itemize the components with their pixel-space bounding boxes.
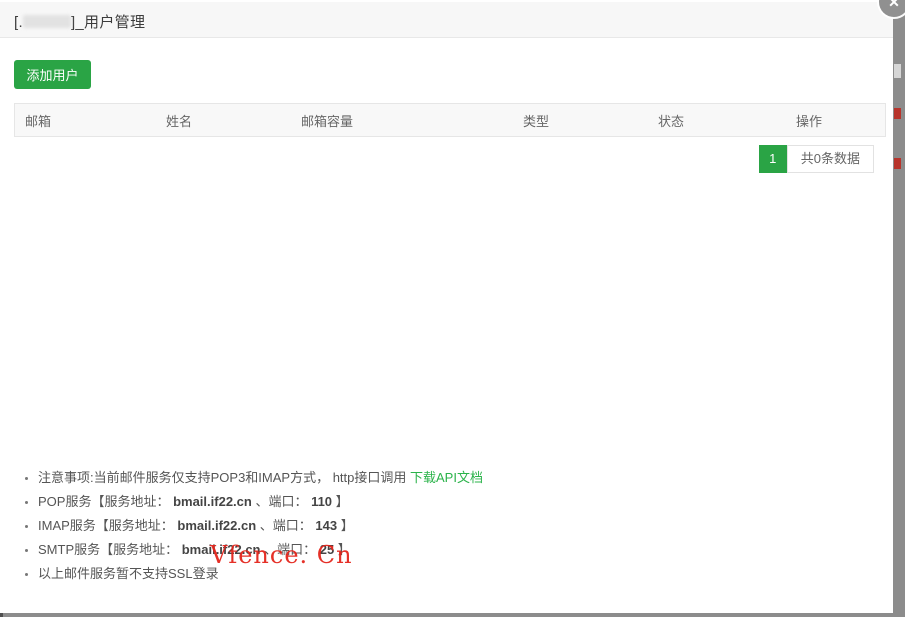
column-header-type: 类型 bbox=[513, 111, 648, 130]
column-header-email: 邮箱 bbox=[15, 111, 156, 130]
background-page-right-strip bbox=[893, 12, 905, 617]
pagination-page-1[interactable]: 1 bbox=[759, 145, 787, 173]
service-notes-list: 注意事项:当前邮件服务仅支持POP3和IMAP方式， http接口调用 下载AP… bbox=[38, 466, 483, 586]
user-management-modal: [. ]_用户管理 添加用户 邮箱 姓名 邮箱容量 类型 状态 操作 1 共0条数… bbox=[0, 0, 893, 613]
note-item-pop: POP服务【服务地址： bmail.if22.cn 、端口： 110 】 bbox=[38, 490, 483, 514]
redacted-text-blob bbox=[23, 15, 71, 28]
imap-suffix: 】 bbox=[337, 518, 354, 533]
background-artifact bbox=[894, 64, 901, 78]
smtp-suffix: 】 bbox=[334, 542, 351, 557]
column-header-actions: 操作 bbox=[786, 111, 885, 130]
download-api-doc-link[interactable]: 下载API文档 bbox=[410, 470, 483, 485]
background-artifact bbox=[894, 158, 901, 169]
user-table-header: 邮箱 姓名 邮箱容量 类型 状态 操作 bbox=[14, 103, 886, 137]
add-user-button[interactable]: 添加用户 bbox=[14, 60, 91, 89]
background-page-bottom-strip bbox=[0, 613, 905, 617]
pagination: 1 共0条数据 bbox=[759, 145, 874, 173]
imap-prefix: IMAP服务【服务地址： bbox=[38, 518, 177, 533]
background-artifact bbox=[894, 108, 901, 119]
pop-prefix: POP服务【服务地址： bbox=[38, 494, 173, 509]
smtp-prefix: SMTP服务【服务地址： bbox=[38, 542, 182, 557]
pop-mid: 、端口： bbox=[252, 494, 311, 509]
note-item-imap: IMAP服务【服务地址： bmail.if22.cn 、端口： 143 】 bbox=[38, 514, 483, 538]
modal-title-open: [. bbox=[14, 14, 23, 31]
modal-title: [. ]_用户管理 bbox=[14, 11, 145, 32]
pop-suffix: 】 bbox=[332, 494, 349, 509]
background-artifact bbox=[0, 613, 3, 617]
modal-title-close: ]_用户管理 bbox=[71, 14, 145, 31]
imap-port: 143 bbox=[315, 518, 337, 533]
column-header-status: 状态 bbox=[648, 111, 786, 130]
imap-host: bmail.if22.cn bbox=[177, 518, 256, 533]
note-item-smtp: SMTP服务【服务地址： bmail.if22.cn 、端口： 25 】 bbox=[38, 538, 483, 562]
notice-text: 注意事项:当前邮件服务仅支持POP3和IMAP方式， http接口调用 bbox=[38, 470, 410, 485]
imap-mid: 、端口： bbox=[256, 518, 315, 533]
modal-header: [. ]_用户管理 bbox=[0, 2, 893, 38]
pop-port: 110 bbox=[311, 494, 332, 509]
column-header-name: 姓名 bbox=[156, 111, 291, 130]
smtp-host: bmail.if22.cn bbox=[182, 542, 261, 557]
smtp-port: 25 bbox=[320, 542, 334, 557]
user-management-dialog-page: [. ]_用户管理 添加用户 邮箱 姓名 邮箱容量 类型 状态 操作 1 共0条数… bbox=[0, 0, 905, 617]
pop-host: bmail.if22.cn bbox=[173, 494, 252, 509]
ssl-text: 以上邮件服务暂不支持SSL登录 bbox=[38, 566, 219, 581]
note-item-ssl: 以上邮件服务暂不支持SSL登录 bbox=[38, 562, 483, 586]
pagination-total-count: 共0条数据 bbox=[787, 145, 874, 173]
column-header-capacity: 邮箱容量 bbox=[291, 111, 513, 130]
smtp-mid: 、端口： bbox=[260, 542, 319, 557]
note-item-notice: 注意事项:当前邮件服务仅支持POP3和IMAP方式， http接口调用 下载AP… bbox=[38, 466, 483, 490]
